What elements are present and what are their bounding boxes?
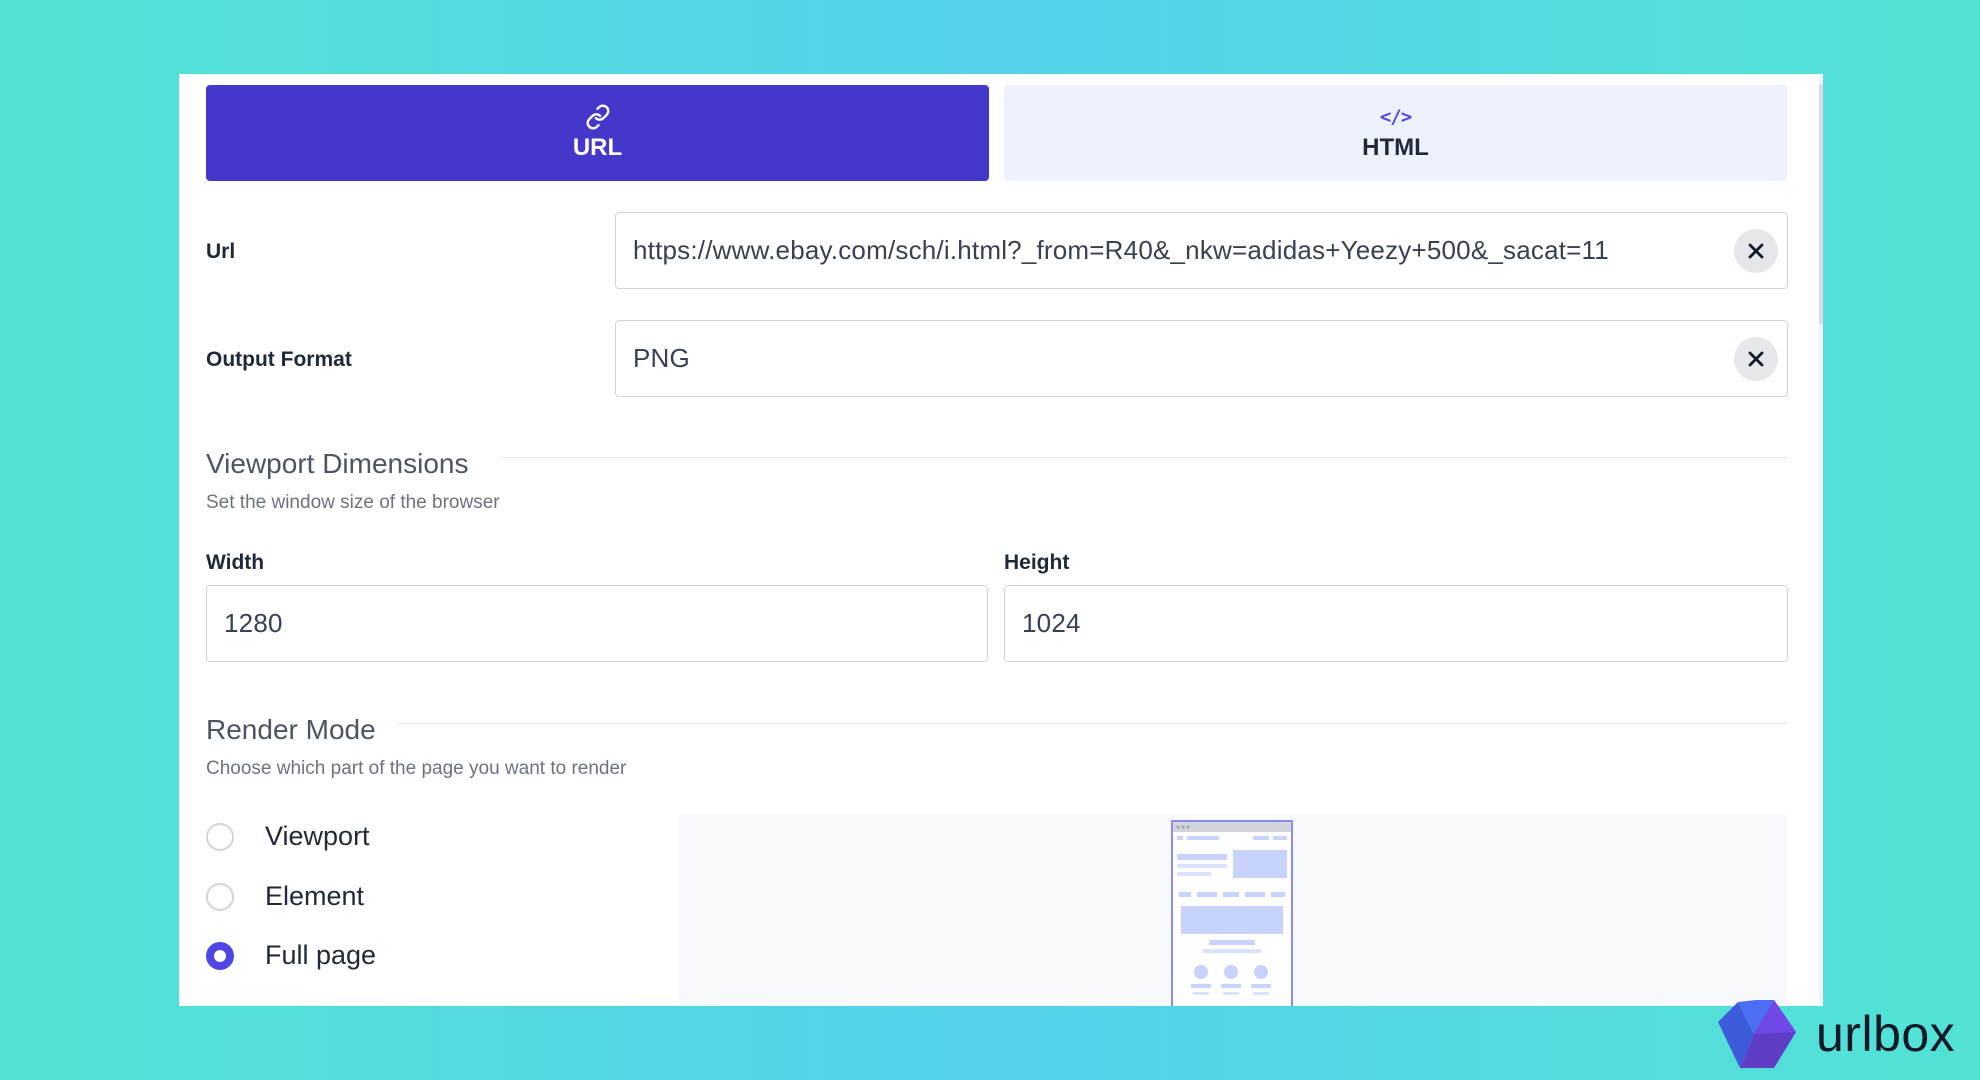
urlbox-logo-icon	[1718, 1000, 1796, 1068]
radio-viewport-label: Viewport	[265, 821, 370, 851]
close-icon	[1748, 243, 1764, 258]
scrollbar-thumb[interactable]	[1819, 84, 1823, 324]
radio-full-page-label: Full page	[265, 940, 377, 970]
tab-html-label: HTML	[1362, 134, 1429, 161]
width-input-value: 1280	[224, 608, 283, 638]
viewport-section-subtitle: Set the window size of the browser	[206, 492, 500, 513]
tab-url[interactable]: URL	[206, 85, 989, 181]
render-mode-section-subtitle: Choose which part of the page you want t…	[206, 758, 627, 779]
url-label: Url	[206, 240, 236, 263]
close-icon	[1748, 351, 1764, 366]
output-format-value: PNG	[633, 343, 690, 373]
clear-url-button[interactable]	[1734, 228, 1778, 273]
width-input[interactable]: 1280	[206, 585, 988, 662]
tab-html[interactable]: </> HTML	[1004, 85, 1787, 181]
output-format-label: Output Format	[206, 348, 352, 371]
page-wireframe	[1173, 822, 1291, 995]
height-label: Height	[1004, 551, 1070, 574]
height-input[interactable]: 1024	[1004, 585, 1788, 662]
radio-button[interactable]	[206, 882, 234, 911]
tab-url-label: URL	[572, 134, 623, 161]
height-input-value: 1024	[1022, 608, 1081, 638]
radio-element[interactable]: Element	[206, 881, 364, 912]
render-mode-section-title: Render Mode	[206, 714, 376, 745]
output-format-select[interactable]: PNG	[615, 320, 1788, 397]
divider	[502, 457, 1788, 458]
urlbox-brand: urlbox	[1716, 998, 1955, 1070]
radio-viewport[interactable]: Viewport	[206, 821, 370, 852]
divider	[398, 723, 1788, 724]
url-input[interactable]: https://www.ebay.com/sch/i.html?_from=R4…	[615, 212, 1788, 289]
settings-card: URL </> HTML Url https://www.ebay.com/sc…	[179, 74, 1823, 1006]
brand-name: urlbox	[1816, 1006, 1956, 1062]
radio-button[interactable]	[206, 822, 234, 851]
scrollbar[interactable]	[1819, 74, 1823, 1006]
link-icon	[585, 104, 611, 130]
render-mode-preview	[679, 815, 1787, 1006]
full-page-illustration	[1171, 820, 1293, 1006]
radio-button[interactable]	[206, 941, 234, 970]
clear-output-format-button[interactable]	[1734, 336, 1778, 381]
code-icon: </>	[1379, 106, 1412, 128]
width-label: Width	[206, 551, 265, 574]
radio-full-page[interactable]: Full page	[206, 940, 376, 971]
radio-element-label: Element	[265, 881, 365, 911]
viewport-section-title: Viewport Dimensions	[206, 448, 469, 479]
url-input-value: https://www.ebay.com/sch/i.html?_from=R4…	[633, 235, 1609, 265]
